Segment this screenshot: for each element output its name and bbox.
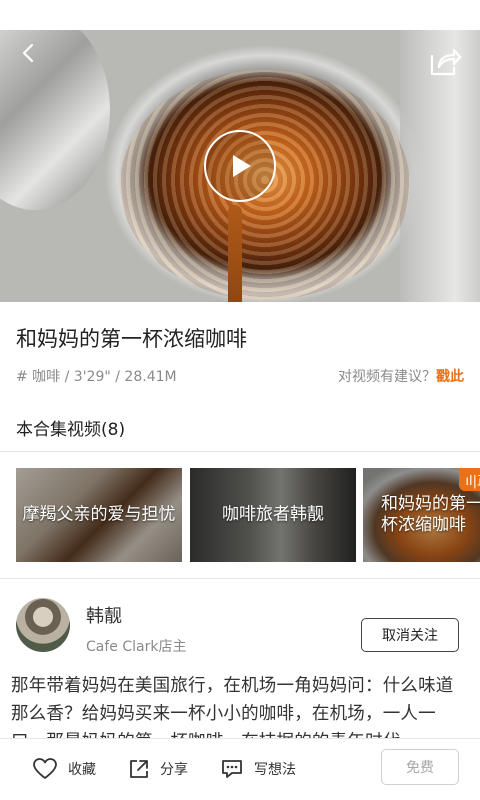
comment-label: 写想法	[254, 762, 296, 778]
collection-card[interactable]: 摩羯父亲的爱与担忧	[16, 468, 182, 562]
suggestion-prompt: 对视频有建议？戳此	[338, 366, 464, 386]
favorite-label: 收藏	[68, 762, 96, 778]
video-meta: # 咖啡 / 3'29" / 28.41M	[16, 369, 177, 385]
free-button[interactable]: 免费	[381, 749, 459, 785]
avatar[interactable]	[16, 598, 70, 652]
collection-card[interactable]: 咖啡旅者韩靓	[190, 468, 356, 562]
share-icon	[130, 760, 148, 778]
video-title: 和妈妈的第一杯浓缩咖啡	[16, 327, 247, 351]
heart-icon	[33, 758, 57, 779]
card-title: 和妈妈的第一杯浓缩咖啡	[381, 494, 480, 535]
bottom-action-bar: 收藏 分享 写想法 免费	[0, 738, 480, 800]
now-playing-badge: ıl|正	[459, 468, 480, 491]
author-role: Cafe Clark店主	[86, 639, 187, 655]
divider	[0, 451, 480, 452]
favorite-button[interactable]: 收藏	[32, 757, 96, 781]
comment-icon	[222, 760, 242, 778]
card-title: 咖啡旅者韩靓	[222, 504, 324, 525]
share-icon[interactable]	[428, 45, 462, 77]
back-icon[interactable]	[18, 42, 40, 64]
share-label: 分享	[160, 762, 188, 778]
video-description: 那年带着妈妈在美国旅行，在机场一角妈妈问：什么味道那么香？给妈妈买来一杯小小的咖…	[11, 676, 454, 738]
collection-card-current[interactable]: 和妈妈的第一杯浓缩咖啡 ıl|正	[363, 468, 480, 562]
play-button[interactable]	[204, 130, 276, 202]
suggestion-link[interactable]: 戳此	[436, 369, 464, 385]
suggestion-text: 对视频有建议？	[338, 369, 436, 385]
collection-carousel[interactable]: 摩羯父亲的爱与担忧 咖啡旅者韩靓 和妈妈的第一杯浓缩咖啡 ıl|正	[16, 468, 480, 562]
video-thumbnail-metal	[0, 30, 110, 210]
play-icon	[233, 155, 251, 177]
share-button[interactable]: 分享	[128, 757, 188, 781]
card-title: 摩羯父亲的爱与担忧	[22, 504, 176, 525]
author-name[interactable]: 韩靓	[86, 602, 122, 628]
divider	[0, 578, 480, 579]
unfollow-button[interactable]: 取消关注	[361, 618, 459, 652]
status-bar	[0, 0, 480, 30]
collection-heading: 本合集视频(8)	[16, 420, 126, 440]
comment-button[interactable]: 写想法	[220, 757, 296, 781]
video-thumbnail-drip	[228, 205, 242, 302]
